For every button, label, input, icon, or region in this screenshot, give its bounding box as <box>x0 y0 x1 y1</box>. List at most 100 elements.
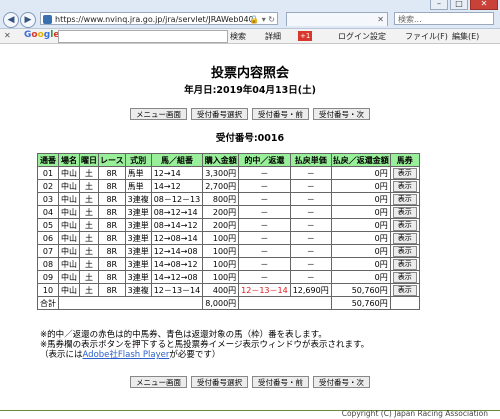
cell-amount: 800円 <box>202 192 240 206</box>
cell-type: 3連複 <box>124 192 152 206</box>
receipt-next-button[interactable]: 受付番号・次 <box>313 108 370 120</box>
receipt-select-button[interactable]: 受付番号選択 <box>191 108 248 120</box>
cell-type: 馬単 <box>124 166 152 180</box>
show-ticket-button[interactable]: 表示 <box>392 245 417 257</box>
menu-button[interactable]: メニュー画面 <box>130 108 187 120</box>
cell-ticket: 表示 <box>389 205 420 219</box>
maximize-icon[interactable]: □ <box>450 0 468 10</box>
page-content: 投票内容照会 年月日:2019年04月13日(土) メニュー画面 受付番号選択 … <box>0 46 500 418</box>
address-bar[interactable]: https://www.nvinq.jra.go.jp/jra/servlet/… <box>40 12 278 25</box>
date-label: 年月日:2019年04月13日(土) <box>184 85 316 96</box>
cell-ticket: 表示 <box>389 270 420 284</box>
address-tools-icon[interactable]: 🔒 ▾ ↻ <box>249 13 275 26</box>
show-ticket-button[interactable]: 表示 <box>392 258 417 270</box>
google-search-button[interactable]: 検索 <box>230 31 246 42</box>
col-header: 払戻／返還金額 <box>330 153 391 167</box>
cell-ticket: 表示 <box>389 244 420 258</box>
browser-tab[interactable]: ✕ <box>286 12 388 26</box>
cell-combo: 08→14→12 <box>150 218 204 232</box>
cell-place: 中山 <box>58 257 80 271</box>
cell-day: 土 <box>79 283 99 297</box>
cell-race: 8R <box>98 179 126 193</box>
show-ticket-button[interactable]: 表示 <box>392 219 417 231</box>
cell-no: 01 <box>37 166 59 180</box>
note-line: （表示にはAdobe社Flash Playerが必要です） <box>40 350 369 360</box>
cell-ticket: 表示 <box>389 231 420 245</box>
cell-type: 3連単 <box>124 244 152 258</box>
show-ticket-button[interactable]: 表示 <box>392 167 417 179</box>
cell-place: 中山 <box>58 218 80 232</box>
cell-hit: － <box>238 179 291 193</box>
cell-combo: 14→08→12 <box>150 257 204 271</box>
table-row: 01 中山土 8R 馬単 12→14 3,300円－－ 0円 表示 <box>37 166 420 180</box>
details-button[interactable]: 詳細 <box>265 31 281 42</box>
cell-combo: 12－13－14 <box>150 283 204 297</box>
total-blank <box>389 296 420 310</box>
edit-menu[interactable]: 編集(E) <box>452 31 479 42</box>
col-header: 式別 <box>124 153 152 167</box>
show-ticket-button[interactable]: 表示 <box>392 284 417 296</box>
cell-type: 馬単 <box>124 179 152 193</box>
cell-combo: 14→12 <box>150 179 204 193</box>
cell-payout: 0円 <box>330 244 391 258</box>
cell-amount: 200円 <box>202 218 240 232</box>
cell-combo: 14→12→08 <box>150 270 204 284</box>
settings-button[interactable]: 設定 <box>370 31 386 42</box>
note-line: ※馬券欄の表示ボタンを押下すると馬投票券イメージ表示ウィンドウが表示されます。 <box>40 340 370 350</box>
cell-payout: 0円 <box>330 192 391 206</box>
cell-hit: － <box>238 270 291 284</box>
total-label: 合計 <box>37 296 59 310</box>
col-header: 的中／返還 <box>238 153 291 167</box>
forward-icon[interactable]: ▶ <box>20 12 36 28</box>
menu-button[interactable]: メニュー画面 <box>130 376 187 388</box>
cell-hit: － <box>238 231 291 245</box>
cell-place: 中山 <box>58 244 80 258</box>
google-search-input[interactable] <box>58 30 228 43</box>
cell-hit: － <box>238 166 291 180</box>
cell-amount: 3,300円 <box>202 166 240 180</box>
cell-hit: － <box>238 257 291 271</box>
cell-unit: － <box>289 257 332 271</box>
cell-payout: 0円 <box>330 231 391 245</box>
search-placeholder: 検索... <box>398 15 422 24</box>
page-title: 投票内容照会 <box>210 66 289 81</box>
table-row: 06 中山土 8R 3連単 12→08→14 100円－－ 0円 表示 <box>37 231 420 245</box>
show-ticket-button[interactable]: 表示 <box>392 206 417 218</box>
minimize-icon[interactable]: – <box>430 0 448 10</box>
cell-race: 8R <box>98 192 126 206</box>
back-icon[interactable]: ◀ <box>3 12 19 28</box>
cell-race: 8R <box>98 166 126 180</box>
cell-no: 02 <box>37 179 59 193</box>
browser-search-input[interactable]: 検索... <box>394 12 494 25</box>
cell-no: 09 <box>37 270 59 284</box>
toolbar-close-icon[interactable]: ✕ <box>4 31 11 40</box>
receipt-prev-button[interactable]: 受付番号・前 <box>252 376 309 388</box>
show-ticket-button[interactable]: 表示 <box>392 271 417 283</box>
close-window-icon[interactable]: ✕ <box>470 0 498 10</box>
receipt-select-button[interactable]: 受付番号選択 <box>191 376 248 388</box>
show-ticket-button[interactable]: 表示 <box>392 193 417 205</box>
table-row: 10 中山土 8R 3連複 12－13－14 400円 12－13－14 12,690円 50,… <box>37 283 420 297</box>
flash-player-link[interactable]: Adobe社Flash Player <box>83 350 170 360</box>
receipt-next-button[interactable]: 受付番号・次 <box>313 376 370 388</box>
show-ticket-button[interactable]: 表示 <box>392 180 417 192</box>
cell-no: 08 <box>37 257 59 271</box>
cell-type: 3連複 <box>124 283 152 297</box>
cell-unit: － <box>289 218 332 232</box>
cell-hit: － <box>238 192 291 206</box>
login-button[interactable]: ログイン <box>338 31 370 42</box>
table-row: 04 中山土 8R 3連単 08→12→14 200円－－ 0円 表示 <box>37 205 420 219</box>
cell-hit: － <box>238 205 291 219</box>
tab-close-icon[interactable]: ✕ <box>377 13 384 27</box>
cell-race: 8R <box>98 270 126 284</box>
cell-amount: 2,700円 <box>202 179 240 193</box>
bets-table: 通番 場名 曜日 レース 式別 馬／組番 購入金額 的中／返還 払戻単価 払戻／… <box>37 153 420 310</box>
show-ticket-button[interactable]: 表示 <box>392 232 417 244</box>
navigation-bar: ◀ ▶ https://www.nvinq.jra.go.jp/jra/serv… <box>0 10 500 29</box>
note-suffix: が必要です） <box>169 350 221 360</box>
notes: ※的中／返還の赤色は的中馬券、青色は返還対象の馬（枠）番を表します。 ※馬券欄の… <box>40 330 369 360</box>
gplus-button[interactable]: +1 <box>298 31 313 41</box>
file-menu[interactable]: ファイル(F) <box>405 31 448 42</box>
receipt-prev-button[interactable]: 受付番号・前 <box>252 108 309 120</box>
cell-no: 04 <box>37 205 59 219</box>
